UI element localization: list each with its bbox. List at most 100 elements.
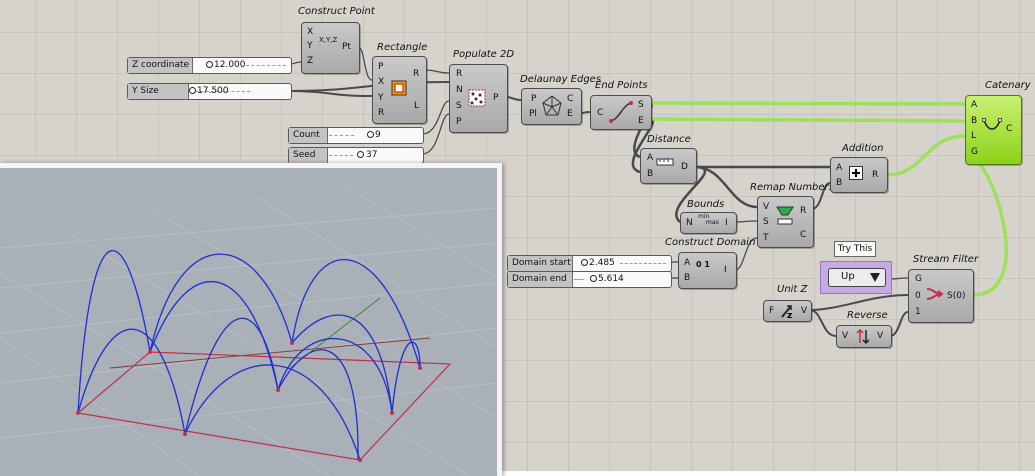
input-r[interactable]: R	[378, 108, 384, 118]
catenary-component[interactable]: A B L G C	[965, 95, 1022, 165]
wire-rect-to-pop	[424, 69, 450, 74]
input-b[interactable]: B	[647, 169, 653, 179]
slider-track[interactable]	[329, 135, 354, 137]
slider-track[interactable]	[329, 155, 353, 157]
input-x[interactable]: X	[307, 27, 313, 37]
populate2d-title: Populate 2D	[453, 49, 515, 60]
slider-count[interactable]: Count 9	[288, 127, 424, 144]
output-c[interactable]: C	[1006, 124, 1012, 134]
input-pl[interactable]: Pl	[529, 109, 537, 119]
input-x[interactable]: X	[378, 77, 384, 87]
populate2d-component[interactable]: R N S P P	[449, 64, 508, 133]
input-a[interactable]: A	[836, 163, 842, 173]
slider-label: Domain start	[508, 256, 573, 271]
output-pt[interactable]: Pt	[342, 42, 351, 52]
remap-component[interactable]: V S T R C	[757, 196, 814, 248]
distance-component[interactable]: A B D	[640, 148, 697, 184]
reverse-component[interactable]: V V	[836, 325, 892, 348]
point-icon: X,Y,Z	[319, 36, 338, 44]
unit-z-component[interactable]: F z V	[763, 300, 812, 322]
output-r[interactable]: R	[872, 170, 878, 180]
input-p[interactable]: P	[531, 94, 536, 104]
wire-end-to-catenary	[649, 117, 966, 123]
slider-value: 5.614	[598, 274, 624, 284]
input-z[interactable]: Z	[307, 56, 313, 66]
slider-domain-start[interactable]: Domain start 2.485	[507, 255, 672, 272]
slider-knob[interactable]	[367, 131, 374, 138]
bounds-component[interactable]: N min max I	[680, 212, 737, 234]
input-s[interactable]: S	[456, 101, 462, 111]
slider-y-size[interactable]: Y Size 17.500	[127, 83, 292, 100]
slider-track[interactable]	[620, 263, 666, 265]
output-e[interactable]: E	[638, 116, 644, 126]
input-s[interactable]: S	[763, 217, 769, 227]
output-s0[interactable]: S(0)	[947, 291, 965, 301]
input-1[interactable]: 1	[915, 307, 921, 317]
addition-component[interactable]: A B R	[830, 157, 888, 193]
slider-knob[interactable]	[590, 275, 597, 282]
output-c[interactable]: C	[800, 230, 806, 240]
output-e[interactable]: E	[567, 109, 573, 119]
output-v[interactable]: V	[877, 331, 883, 341]
construct-point-component[interactable]: X Y Z X,Y,Z Pt	[301, 22, 360, 74]
unit-z-vector-icon: z	[781, 305, 792, 319]
input-y[interactable]: Y	[378, 93, 384, 103]
viewport-scene	[0, 182, 497, 476]
input-y[interactable]: Y	[307, 41, 313, 51]
construct-point-title: Construct Point	[298, 6, 375, 17]
input-r[interactable]: R	[456, 69, 462, 79]
output-d[interactable]: D	[681, 162, 688, 172]
rectangle-component[interactable]: P X Y R R L	[372, 56, 427, 124]
construct-domain-component[interactable]: A B 0 1 I	[678, 252, 737, 289]
input-n[interactable]: N	[686, 218, 693, 228]
value-list-dropdown[interactable]: Up	[828, 268, 886, 287]
input-a[interactable]: A	[647, 153, 653, 163]
input-a[interactable]: A	[971, 100, 977, 110]
input-b[interactable]: B	[971, 116, 977, 126]
stream-filter-component[interactable]: G 0 1 S(0)	[908, 269, 974, 323]
output-i[interactable]: I	[724, 265, 727, 275]
slider-z-coordinate[interactable]: Z coordinate 12.000	[127, 57, 292, 74]
output-s[interactable]: S	[638, 100, 644, 110]
output-r[interactable]: R	[413, 69, 419, 79]
slider-track[interactable]	[246, 65, 286, 67]
slider-track[interactable]	[574, 279, 584, 281]
endpoints-component[interactable]: C S E	[590, 95, 652, 130]
slider-label: Z coordinate	[128, 58, 193, 73]
input-p[interactable]: P	[378, 62, 383, 72]
input-g[interactable]: G	[971, 147, 978, 157]
output-i[interactable]: I	[725, 218, 728, 228]
dropdown-arrow-icon[interactable]	[869, 272, 881, 283]
slider-seed[interactable]: Seed 37	[288, 147, 424, 164]
output-p[interactable]: P	[493, 93, 498, 103]
input-p[interactable]: P	[456, 117, 461, 127]
value-list[interactable]: Up	[820, 261, 892, 294]
input-0[interactable]: 0	[915, 291, 921, 301]
input-v[interactable]: V	[842, 331, 848, 341]
input-b[interactable]: B	[836, 178, 842, 188]
slider-domain-end[interactable]: Domain end 5.614	[507, 271, 672, 288]
input-c[interactable]: C	[597, 108, 603, 118]
remap-icon	[776, 206, 794, 225]
input-b[interactable]: B	[684, 273, 690, 283]
slider-knob[interactable]	[357, 151, 364, 158]
bounds-max-text: max	[706, 219, 720, 226]
input-l[interactable]: L	[971, 131, 976, 141]
output-l[interactable]: L	[414, 101, 419, 111]
input-n[interactable]: N	[456, 85, 463, 95]
input-v[interactable]: V	[763, 202, 769, 212]
output-r[interactable]: R	[800, 206, 806, 216]
rhino-viewport[interactable]	[0, 163, 502, 476]
output-c[interactable]: C	[567, 94, 573, 104]
slider-knob[interactable]	[206, 61, 213, 68]
slider-knob[interactable]	[581, 259, 588, 266]
input-g[interactable]: G	[915, 274, 922, 284]
slider-knob[interactable]	[189, 87, 196, 94]
input-f[interactable]: F	[769, 306, 774, 316]
input-a[interactable]: A	[684, 258, 690, 268]
slider-value: 2.485	[589, 258, 615, 268]
delaunay-component[interactable]: P Pl C E	[521, 88, 582, 125]
input-t[interactable]: T	[763, 233, 769, 243]
output-v[interactable]: V	[801, 306, 807, 316]
wire-start-to-catenary	[649, 101, 966, 106]
